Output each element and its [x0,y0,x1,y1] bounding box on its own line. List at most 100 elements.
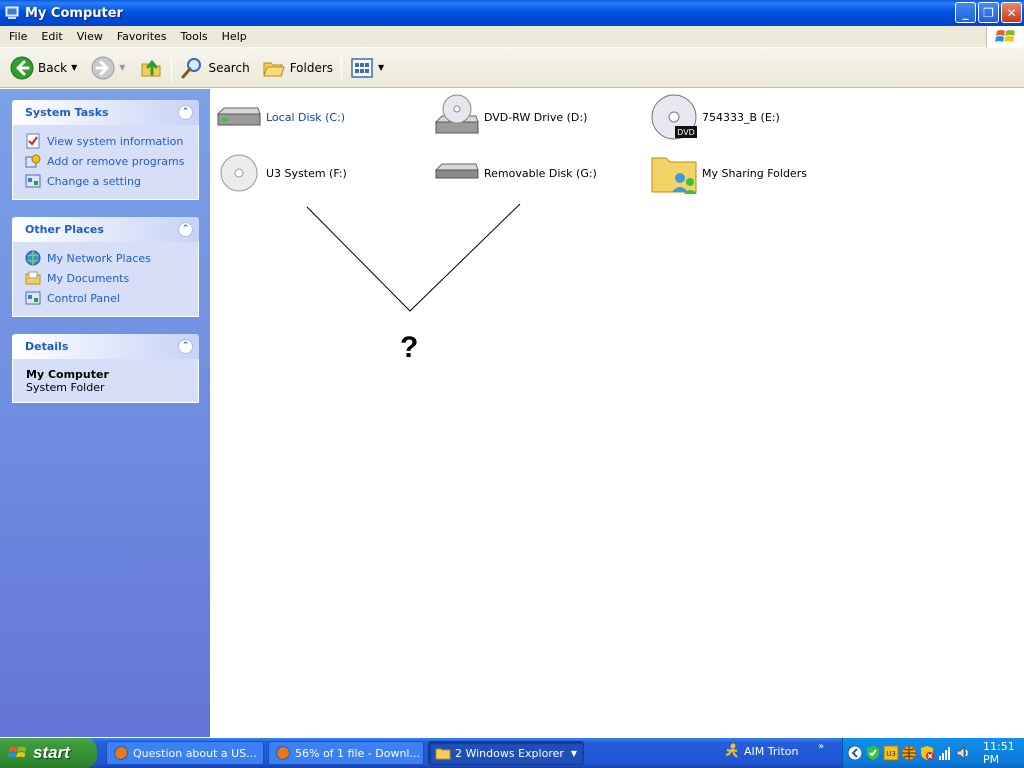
u3-launchpad-icon[interactable]: U3 [883,745,899,761]
toolbar: Back ▼ ▼ Search Folders ▼ [0,48,1024,88]
details-panel: Details ⌃ My Computer System Folder [12,334,199,403]
collapse-chevron-icon[interactable]: ⌃ [178,222,193,237]
views-dropdown-icon[interactable]: ▼ [378,63,384,72]
my-computer-icon [5,6,19,19]
menu-favorites[interactable]: Favorites [110,30,174,43]
drive-local-disk-c[interactable]: Local Disk (C:) [214,92,345,142]
menu-file[interactable]: File [0,30,34,43]
window-title: My Computer [25,5,123,21]
drive-754333-b-e[interactable]: DVD 754333_B (E:) [650,92,780,142]
add-remove-programs-icon [25,154,41,168]
shared-folder-icon [651,157,697,194]
details-title: Details [25,340,69,353]
aim-running-man-icon [725,743,738,758]
details-header[interactable]: Details ⌃ [12,334,199,359]
back-button[interactable]: Back ▼ [6,52,81,84]
details-name: My Computer [26,368,109,381]
system-tasks-body: View system information Add or remove pr… [12,125,199,200]
system-tasks-header[interactable]: System Tasks ⌃ [12,100,199,125]
my-documents-icon [25,271,41,285]
title-bar[interactable]: My Computer _ ❐ ✕ [0,0,1024,26]
my-sharing-folders[interactable]: My Sharing Folders [650,148,807,198]
drive-label: Removable Disk (G:) [484,166,597,180]
views-icon [351,57,373,78]
close-icon: ✕ [1006,5,1017,20]
place-my-documents[interactable]: My Documents [25,268,198,288]
drives-view: Local Disk (C:) DVD-RW Drive (D:) DVD 75… [210,89,1024,737]
back-dropdown-icon[interactable]: ▼ [71,63,77,72]
place-label: My Documents [47,271,130,285]
volume-speaker-icon[interactable] [955,745,971,761]
other-places-body: My Network Places My Documents Control P… [12,242,199,317]
up-folder-icon [141,60,161,76]
start-label: start [33,743,70,762]
other-places-header[interactable]: Other Places ⌃ [12,217,199,242]
drive-label: My Sharing Folders [702,166,807,180]
system-information-icon [26,133,40,149]
drive-dvd-rw-d[interactable]: DVD-RW Drive (D:) [432,92,587,142]
task-add-remove-programs[interactable]: Add or remove programs [25,151,198,171]
start-button[interactable]: start [0,738,97,768]
close-button[interactable]: ✕ [1001,2,1022,23]
windows-flag-icon [8,746,27,758]
restore-button[interactable]: ❐ [978,2,999,23]
aim-triton-toolbar[interactable]: AIM Triton [724,743,798,759]
svg-text:DVD: DVD [677,128,695,137]
task-label: Change a setting [47,174,141,188]
folders-icon [262,62,285,76]
menu-tools[interactable]: Tools [174,30,215,43]
annotation-v-lines [306,203,521,312]
collapse-chevron-icon[interactable]: ⌃ [178,339,193,354]
menu-edit[interactable]: Edit [34,30,69,43]
task-pane: System Tasks ⌃ View system information A… [0,89,210,737]
task-view-system-information[interactable]: View system information [25,131,198,151]
task-label: 2 Windows Explorer [455,746,564,760]
place-my-network-places[interactable]: My Network Places [25,248,198,268]
firefox-icon [114,746,128,760]
taskbar-firefox-question[interactable]: Question about a US... [106,741,264,765]
show-hidden-icons-icon[interactable] [847,745,863,761]
place-control-panel[interactable]: Control Panel [25,288,198,308]
other-places-panel: Other Places ⌃ My Network Places My Docu… [12,217,199,317]
system-tray: U3 11:51 PM [842,738,1024,768]
up-folder-button[interactable] [135,52,167,84]
forward-button[interactable]: ▼ [87,52,129,84]
drive-label: DVD-RW Drive (D:) [484,110,588,124]
task-label: Add or remove programs [47,154,185,168]
menu-bar: File Edit View Favorites Tools Help [0,26,1024,48]
security-check-icon[interactable] [865,745,881,761]
folders-label: Folders [289,60,334,75]
minimize-icon: _ [962,5,969,20]
control-panel-icon [25,291,41,305]
back-label: Back [38,60,68,75]
other-places-title: Other Places [25,223,104,236]
drive-label: U3 System (F:) [266,166,347,180]
folder-icon [435,748,451,760]
drive-removable-disk-g[interactable]: Removable Disk (G:) [432,148,597,198]
dvd-rw-drive-icon [434,94,479,134]
menu-view[interactable]: View [70,30,110,43]
forward-dropdown-icon[interactable]: ▼ [119,63,125,72]
taskbar-windows-explorer[interactable]: 2 Windows Explorer ▼ [428,741,584,765]
search-icon [181,57,202,78]
annotation-question-mark: ? [400,331,419,364]
folders-button[interactable]: Folders [258,52,337,84]
collapse-chevron-icon[interactable]: ⌃ [178,105,193,120]
wireless-signal-icon[interactable] [937,745,953,761]
menu-help[interactable]: Help [215,30,254,43]
drive-label: Local Disk (C:) [266,110,346,124]
control-panel-icon [25,174,41,188]
svg-text:U3: U3 [886,750,896,758]
minimize-button[interactable]: _ [955,2,976,23]
drive-u3-system-f[interactable]: U3 System (F:) [214,148,347,198]
hard-disk-icon [216,107,261,126]
restore-icon: ❐ [983,5,994,20]
network-globe-icon[interactable] [901,745,917,761]
security-alert-icon[interactable] [919,745,935,761]
taskbar-firefox-download[interactable]: 56% of 1 file - Downl... [268,741,424,765]
search-button[interactable]: Search [176,52,253,84]
views-button[interactable]: ▼ [346,52,388,84]
toolbar-chevron-icon[interactable]: » [818,741,824,752]
system-clock[interactable]: 11:51 PM [983,740,1024,766]
task-change-setting[interactable]: Change a setting [25,171,198,191]
